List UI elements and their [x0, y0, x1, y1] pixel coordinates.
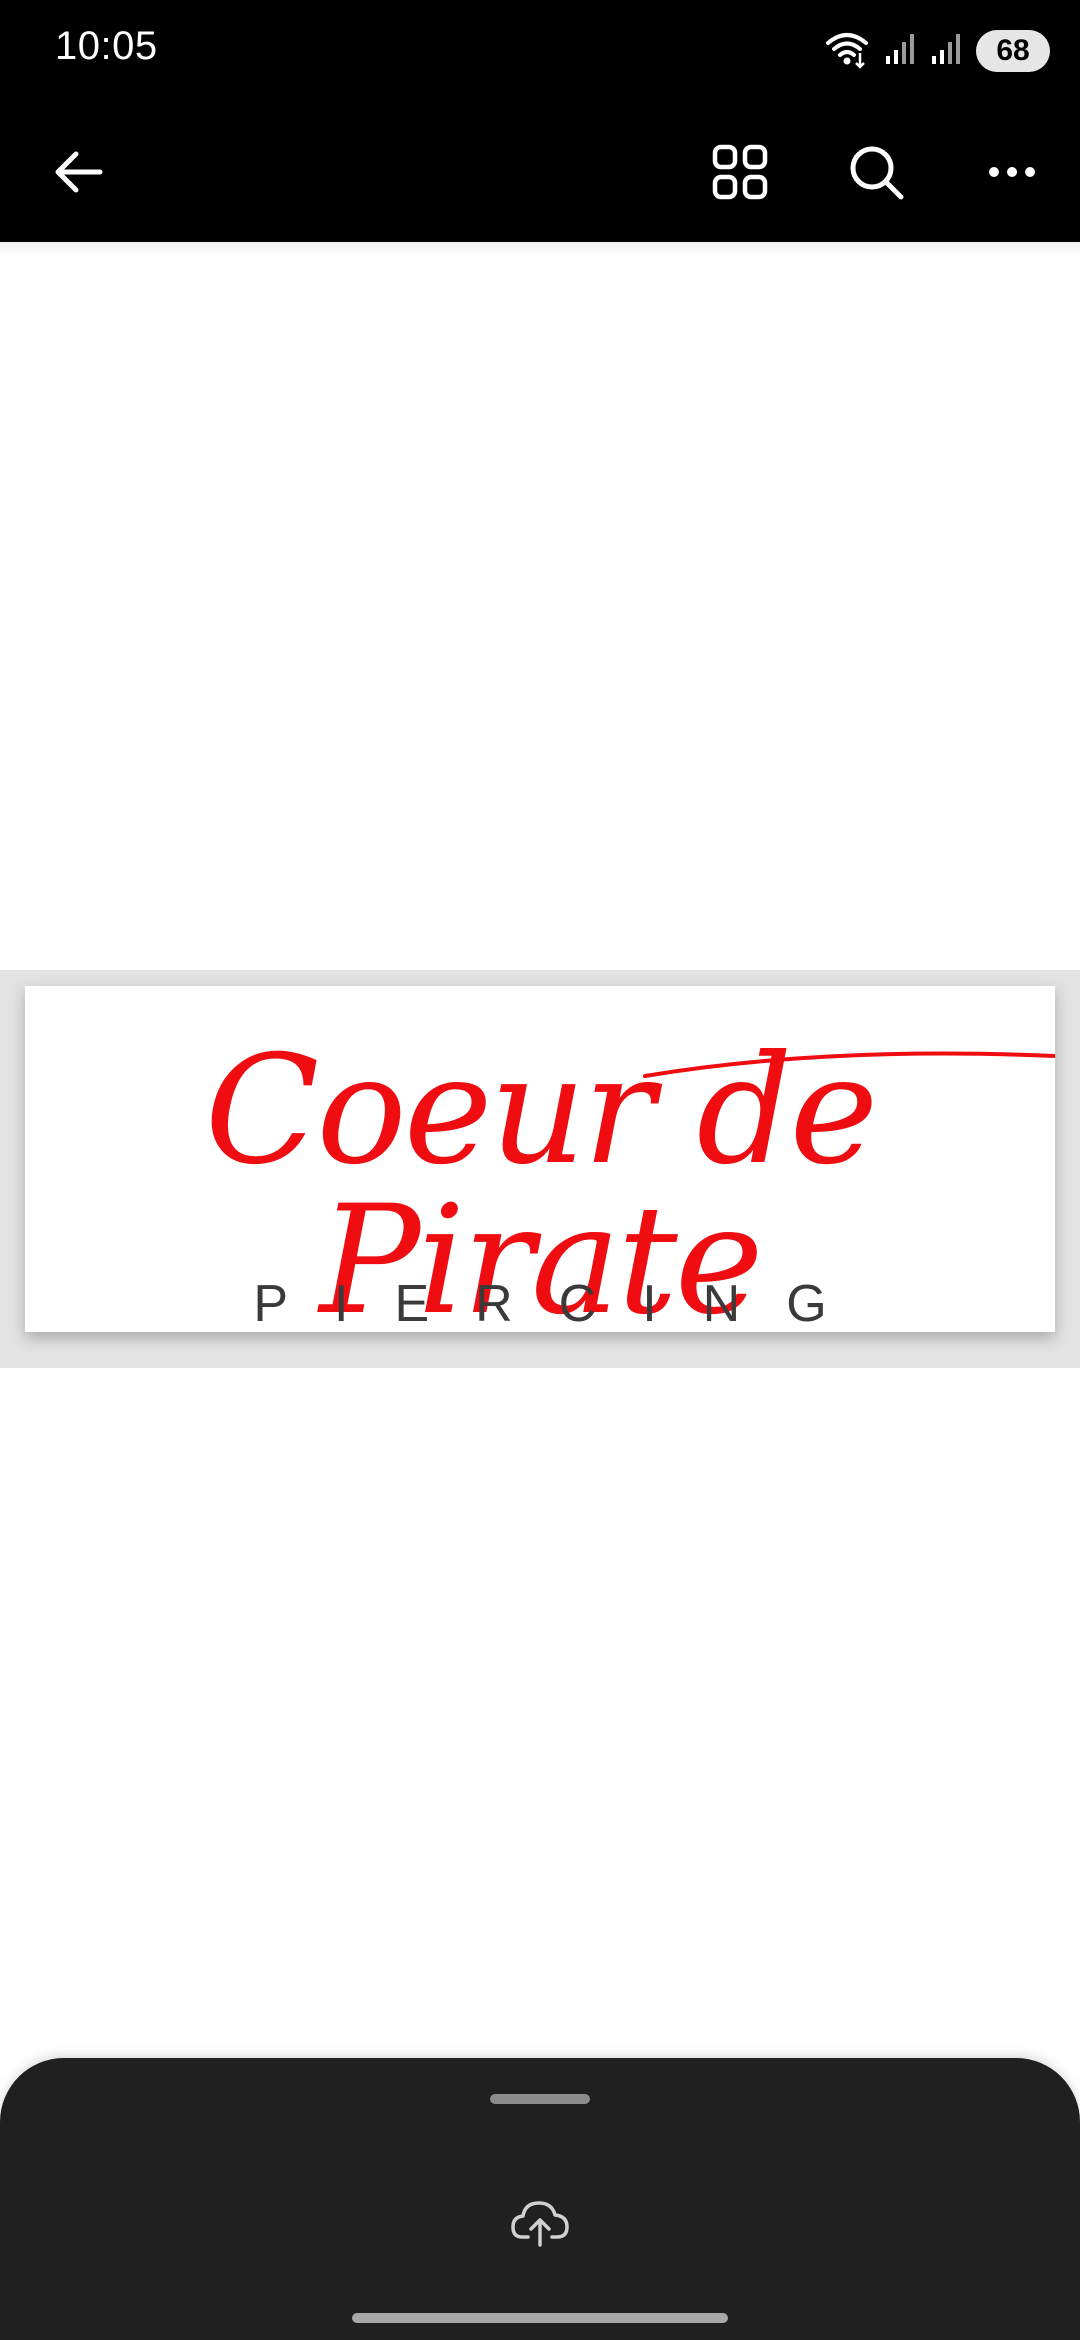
back-arrow-icon: [55, 151, 103, 193]
search-icon: [850, 146, 904, 200]
status-time: 10:05: [55, 24, 158, 68]
back-button[interactable]: [28, 122, 128, 222]
logo-subtitle: PIERCING: [253, 1275, 873, 1332]
sheet-drag-handle[interactable]: [490, 2094, 590, 2104]
search-button[interactable]: [826, 122, 926, 222]
app-bar-shadow: [0, 242, 1080, 256]
image-viewer[interactable]: Coeur de Pirate PIERCING: [0, 970, 1080, 1368]
more-options-button[interactable]: [962, 122, 1062, 222]
signal-icon: [930, 32, 962, 71]
logo-image: Coeur de Pirate PIERCING: [25, 986, 1055, 1332]
grid-view-button[interactable]: [690, 122, 790, 222]
bottom-sheet[interactable]: [0, 2058, 1080, 2340]
upload-button[interactable]: [500, 2188, 580, 2258]
wifi-icon: [824, 29, 870, 74]
battery-icon: 68: [976, 30, 1050, 72]
screen: 10:05 68 Coeur de Pirate PIERCING: [0, 0, 1080, 2340]
more-icon: [989, 167, 1035, 177]
gesture-navigation-bar[interactable]: [352, 2313, 728, 2323]
cloud-upload-icon: [511, 2201, 569, 2247]
status-bar: 10:05 68: [0, 0, 1080, 100]
status-icons: 68: [824, 26, 1050, 76]
grid-icon: [712, 144, 768, 200]
top-app-bar: [0, 100, 1080, 242]
signal-icon: [884, 32, 916, 71]
